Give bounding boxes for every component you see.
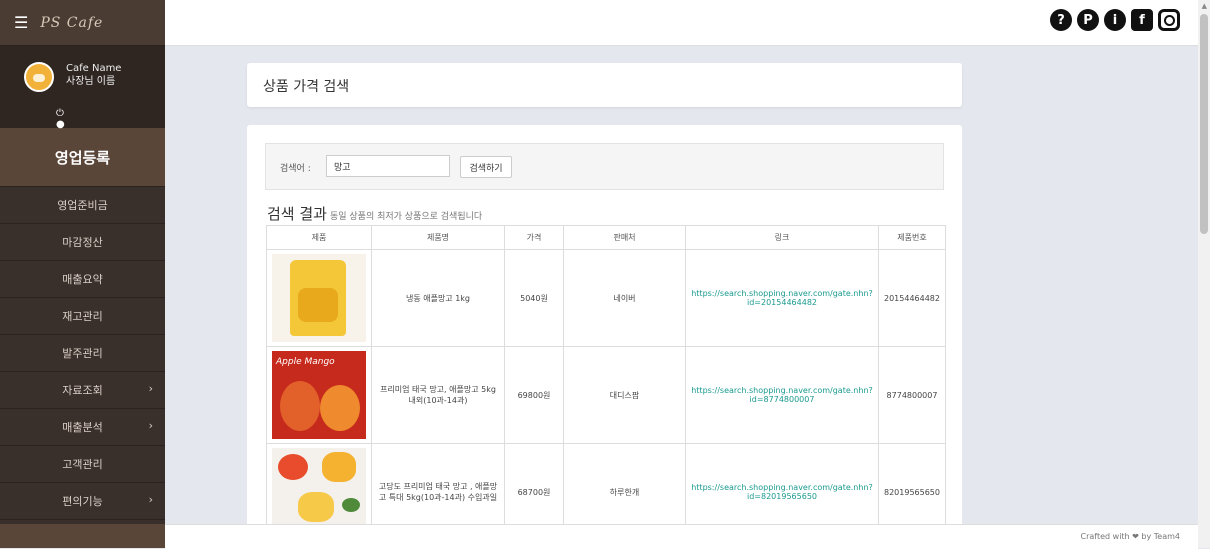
- help-icon[interactable]: ?: [1050, 9, 1072, 31]
- sidebar-item[interactable]: 고객관리: [0, 446, 165, 483]
- search-button[interactable]: 검색하기: [460, 156, 512, 178]
- column-header: 링크: [685, 225, 879, 250]
- product-link[interactable]: https://search.shopping.naver.com/gate.n…: [685, 249, 879, 347]
- product-name: 냉동 애플망고 1kg: [371, 249, 505, 347]
- sidebar-item[interactable]: 매출분석 ›: [0, 409, 165, 446]
- p-icon[interactable]: P: [1077, 9, 1099, 31]
- facebook-icon[interactable]: f: [1131, 9, 1153, 31]
- page-title-card: 상품 가격 검색: [247, 63, 962, 107]
- info-icon[interactable]: i: [1104, 9, 1126, 31]
- user-icon[interactable]: ●: [56, 119, 66, 130]
- product-image-cell: [266, 443, 372, 535]
- product-seller: 하루한개: [563, 443, 686, 535]
- product-image[interactable]: [272, 254, 366, 342]
- sidebar-item[interactable]: 재고관리: [0, 298, 165, 335]
- results-card: 검색어 : 검색하기 검색 결과동일 상품의 최저가 상품으로 검색됩니다 제품…: [247, 125, 962, 535]
- sidebar-item-label: 마감정산: [62, 236, 103, 249]
- sidebar-item[interactable]: 매출요약: [0, 261, 165, 298]
- sidebar: ☰ PS Cafe Cafe Name 사장님 이름 ⏻● 영업등록 영업준비금…: [0, 0, 165, 548]
- sidebar-section-title[interactable]: 영업등록: [0, 128, 165, 187]
- product-image-cell: Apple Mango: [266, 346, 372, 444]
- product-price: 69800원: [504, 346, 564, 444]
- sidebar-footer: [0, 524, 165, 548]
- profile-actions: ⏻●: [56, 108, 165, 130]
- footer-credit: Crafted with ❤ by Team4: [1080, 532, 1180, 541]
- sidebar-item-label: 매출분석: [62, 421, 103, 434]
- chevron-right-icon: ›: [148, 382, 153, 395]
- sidebar-menu: 영업준비금마감정산매출요약재고관리발주관리자료조회 › 매출분석 › 고객관리편의기능 ›: [0, 187, 165, 520]
- table-header-row: 제품 제품명 가격 판매처 링크 제품번호: [266, 225, 946, 250]
- column-header: 제품명: [371, 225, 505, 250]
- column-header: 제품: [266, 225, 372, 250]
- search-input[interactable]: [326, 155, 450, 177]
- cafe-logo[interactable]: PS Cafe: [40, 15, 103, 31]
- sidebar-item-label: 자료조회: [62, 384, 103, 397]
- cafe-name: Cafe Name: [66, 63, 122, 74]
- power-icon[interactable]: ⏻: [56, 108, 66, 119]
- product-name: 고당도 프리미엄 태국 망고 , 애플망고 특대 5kg(10과-14과) 수입…: [371, 443, 505, 535]
- profile-panel: Cafe Name 사장님 이름 ⏻●: [0, 46, 165, 130]
- chevron-right-icon: ›: [148, 419, 153, 432]
- product-number: 20154464482: [878, 249, 946, 347]
- product-number: 8774800007: [878, 346, 946, 444]
- product-link[interactable]: https://search.shopping.naver.com/gate.n…: [685, 443, 879, 535]
- product-link[interactable]: https://search.shopping.naver.com/gate.n…: [685, 346, 879, 444]
- product-name: 프리미엄 태국 망고, 애플망고 5kg 내외(10과-14과): [371, 346, 505, 444]
- product-image-cell: [266, 249, 372, 347]
- product-image[interactable]: [272, 448, 366, 535]
- top-header: ? P i f: [165, 0, 1210, 46]
- product-price: 5040원: [504, 249, 564, 347]
- search-label: 검색어 :: [280, 164, 311, 174]
- sidebar-item-label: 재고관리: [62, 310, 103, 323]
- product-number: 82019565650: [878, 443, 946, 535]
- results-title: 검색 결과: [267, 205, 327, 223]
- instagram-icon[interactable]: [1158, 9, 1180, 31]
- sidebar-item[interactable]: 마감정산: [0, 224, 165, 261]
- hamburger-menu-icon[interactable]: ☰: [14, 13, 28, 32]
- avatar: [24, 62, 54, 92]
- sidebar-item-label: 발주관리: [62, 347, 103, 360]
- sidebar-item[interactable]: 편의기능 ›: [0, 483, 165, 520]
- profile-text: Cafe Name 사장님 이름: [66, 62, 121, 88]
- results-table: 제품 제품명 가격 판매처 링크 제품번호 냉동 애플망고 1kg 5040원 …: [266, 225, 946, 535]
- product-image-label: Apple Mango: [276, 357, 335, 367]
- table-row: 냉동 애플망고 1kg 5040원 네이버 https://search.sho…: [266, 249, 946, 347]
- column-header: 가격: [504, 225, 564, 250]
- sidebar-item[interactable]: 발주관리: [0, 335, 165, 372]
- sidebar-item[interactable]: 자료조회 ›: [0, 372, 165, 409]
- table-row: Apple Mango 프리미엄 태국 망고, 애플망고 5kg 내외(10과-…: [266, 346, 946, 444]
- page-title: 상품 가격 검색: [263, 79, 350, 95]
- header-icons: ? P i f: [1050, 9, 1180, 31]
- sidebar-item-label: 매출요약: [62, 273, 103, 286]
- scrollbar-thumb[interactable]: [1200, 14, 1208, 234]
- sidebar-item-label: 편의기능: [62, 495, 103, 508]
- results-heading: 검색 결과 동일 상품의 최저가 상품으로 검색됩니다: [267, 203, 482, 224]
- chevron-right-icon: ›: [148, 493, 153, 506]
- product-price: 68700원: [504, 443, 564, 535]
- owner-name: 사장님 이름: [66, 76, 116, 87]
- scroll-up-icon[interactable]: ▲: [1202, 2, 1207, 10]
- sidebar-item-label: 고객관리: [62, 458, 103, 471]
- sidebar-item[interactable]: 영업준비금: [0, 187, 165, 224]
- sidebar-header: ☰ PS Cafe: [0, 0, 165, 46]
- search-bar: 검색어 : 검색하기: [265, 143, 944, 190]
- table-row: 고당도 프리미엄 태국 망고 , 애플망고 특대 5kg(10과-14과) 수입…: [266, 443, 946, 535]
- column-header: 제품번호: [878, 225, 946, 250]
- sidebar-item-label: 영업준비금: [57, 199, 108, 212]
- product-seller: 네이버: [563, 249, 686, 347]
- footer: Crafted with ❤ by Team4: [165, 524, 1198, 549]
- product-seller: 대디스팜: [563, 346, 686, 444]
- column-header: 판매처: [563, 225, 686, 250]
- results-subtitle: 동일 상품의 최저가 상품으로 검색됩니다: [329, 212, 483, 222]
- page-scrollbar[interactable]: ▲: [1198, 0, 1210, 548]
- product-image[interactable]: Apple Mango: [272, 351, 366, 439]
